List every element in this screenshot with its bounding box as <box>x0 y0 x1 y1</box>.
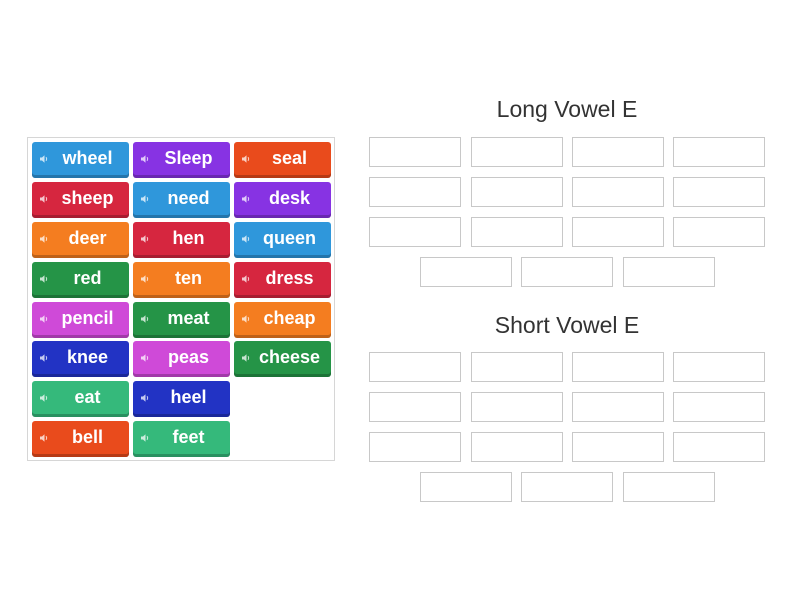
drop-slot[interactable] <box>420 257 512 287</box>
drop-slot[interactable] <box>471 217 563 247</box>
word-tile-feet[interactable]: feet <box>133 421 230 457</box>
tile-word: hen <box>172 228 205 248</box>
word-tile-cheese[interactable]: cheese <box>234 341 331 377</box>
word-tile-heel[interactable]: heel <box>133 381 230 417</box>
tile-word: cheese <box>258 347 321 367</box>
word-tile-red[interactable]: red <box>32 262 129 298</box>
word-tile-sleep[interactable]: Sleep <box>133 142 230 178</box>
drop-slot[interactable] <box>572 137 664 167</box>
word-tile-seal[interactable]: seal <box>234 142 331 178</box>
tile-word: wheel <box>62 148 113 168</box>
drop-slot[interactable] <box>420 472 512 502</box>
group-title-long-vowel-e: Long Vowel E <box>496 96 638 122</box>
drop-slot[interactable] <box>572 392 664 422</box>
tile-word: queen <box>262 228 316 248</box>
word-tile-meat[interactable]: meat <box>133 302 230 338</box>
group-title-short-vowel-e: Short Vowel E <box>494 312 640 338</box>
word-tile-ten[interactable]: ten <box>133 262 230 298</box>
drop-slot[interactable] <box>673 137 765 167</box>
drop-slot[interactable] <box>673 392 765 422</box>
drop-slot[interactable] <box>369 392 461 422</box>
tile-word: eat <box>74 387 101 407</box>
drop-slot[interactable] <box>369 432 461 462</box>
word-tile-knee[interactable]: knee <box>32 341 129 377</box>
drop-slot[interactable] <box>673 432 765 462</box>
tile-word: desk <box>268 188 311 208</box>
drop-slot[interactable] <box>572 432 664 462</box>
word-bank: wheel Sleep seal sheep need desk deer he… <box>27 137 335 461</box>
word-tile-eat[interactable]: eat <box>32 381 129 417</box>
drop-slot[interactable] <box>521 257 613 287</box>
drop-slot[interactable] <box>521 472 613 502</box>
word-tile-wheel[interactable]: wheel <box>32 142 129 178</box>
drop-slot[interactable] <box>369 217 461 247</box>
word-tile-pencil[interactable]: pencil <box>32 302 129 338</box>
word-tile-hen[interactable]: hen <box>133 222 230 258</box>
drop-slot[interactable] <box>572 352 664 382</box>
drop-slot[interactable] <box>471 392 563 422</box>
word-tile-queen[interactable]: queen <box>234 222 331 258</box>
drop-slot[interactable] <box>471 352 563 382</box>
drop-slot[interactable] <box>673 177 765 207</box>
drop-slot[interactable] <box>572 217 664 247</box>
drop-slot[interactable] <box>471 137 563 167</box>
drop-slot[interactable] <box>673 217 765 247</box>
drop-slot[interactable] <box>369 352 461 382</box>
drop-slot[interactable] <box>572 177 664 207</box>
word-tile-peas[interactable]: peas <box>133 341 230 377</box>
drop-slot[interactable] <box>471 432 563 462</box>
tile-word: Sleep <box>164 148 213 168</box>
word-tile-need[interactable]: need <box>133 182 230 218</box>
word-tile-dress[interactable]: dress <box>234 262 331 298</box>
word-tile-sheep[interactable]: sheep <box>32 182 129 218</box>
word-tile-deer[interactable]: deer <box>32 222 129 258</box>
word-tile-desk[interactable]: desk <box>234 182 331 218</box>
drop-slot[interactable] <box>623 472 715 502</box>
tile-word: red <box>73 268 102 288</box>
tile-word: deer <box>68 228 107 248</box>
drop-slot[interactable] <box>471 177 563 207</box>
tile-word: seal <box>271 148 308 168</box>
word-tile-cheap[interactable]: cheap <box>234 302 331 338</box>
tile-word: bell <box>71 427 103 447</box>
tile-word: dress <box>265 268 314 288</box>
tile-word: sheep <box>61 188 114 208</box>
drop-slot[interactable] <box>369 177 461 207</box>
tile-word: cheap <box>263 308 316 328</box>
tile-word: need <box>167 188 210 208</box>
tile-word: meat <box>167 308 210 328</box>
tile-word: knee <box>66 347 109 367</box>
drop-slot[interactable] <box>369 137 461 167</box>
tile-word: pencil <box>61 308 114 328</box>
tile-word: ten <box>175 268 202 288</box>
tile-word: peas <box>167 347 210 367</box>
word-tile-bell[interactable]: bell <box>32 421 129 457</box>
tile-word: heel <box>170 387 207 407</box>
tile-word: feet <box>172 427 205 447</box>
drop-slot[interactable] <box>673 352 765 382</box>
drop-slot[interactable] <box>623 257 715 287</box>
